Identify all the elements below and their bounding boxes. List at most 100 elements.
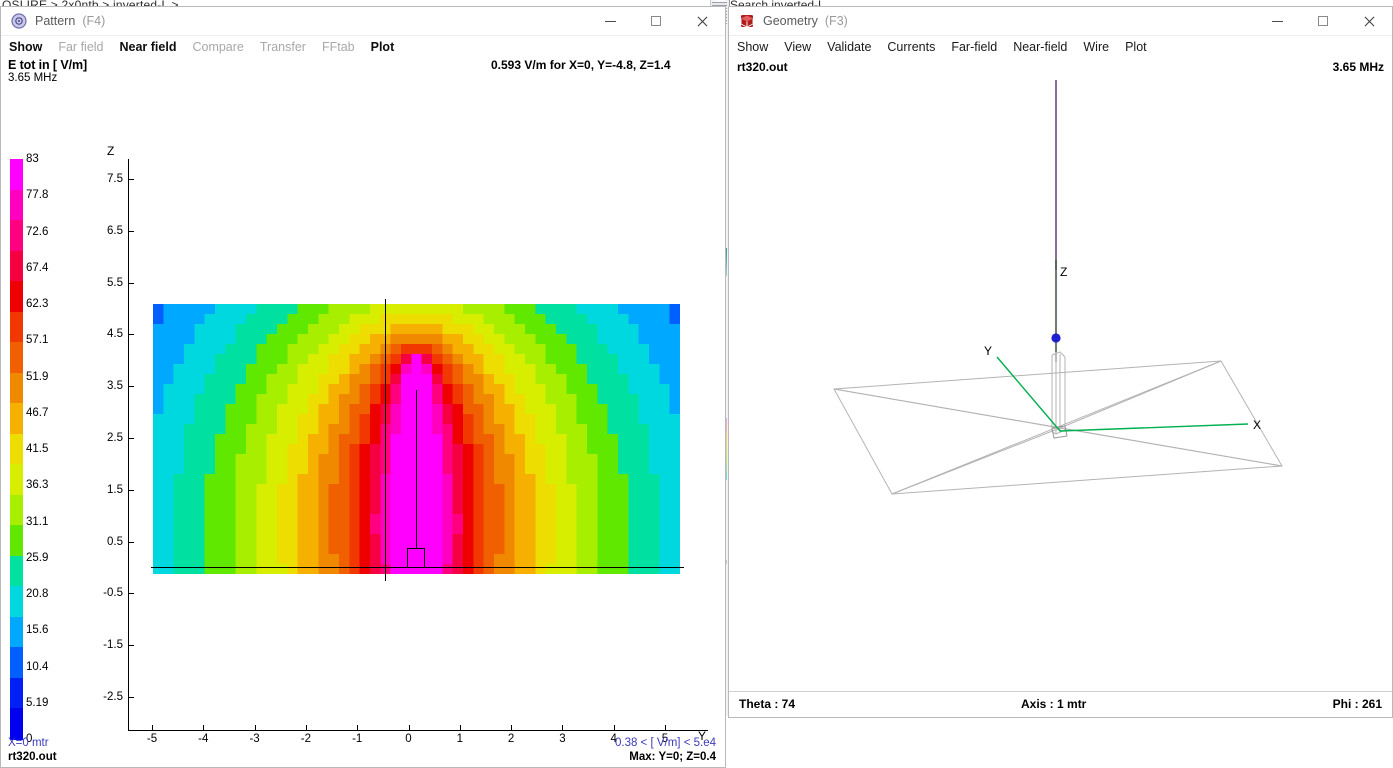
- y-tick: [129, 179, 134, 180]
- menu-show[interactable]: Show: [737, 40, 768, 54]
- y-tick-label: 4.5: [107, 328, 123, 341]
- minimize-icon: [604, 20, 616, 22]
- y-tick-label: 6.5: [107, 224, 123, 237]
- colorbar-segment: [10, 494, 23, 526]
- pattern-window[interactable]: Pattern (F4) Show Far field Near field C…: [0, 6, 726, 768]
- colorbar-tick-label: 41.5: [26, 443, 49, 455]
- colorbar-tick-label: 20.8: [26, 588, 49, 600]
- minimize-button[interactable]: [587, 7, 633, 35]
- colorbar-tick-label: 62.3: [26, 298, 49, 310]
- menu-plot[interactable]: Plot: [1125, 40, 1147, 54]
- x-tick: [357, 725, 359, 731]
- x-tick: [665, 725, 666, 731]
- y-axis-label: Y: [984, 344, 992, 358]
- colorbar-tick-label: 72.6: [26, 225, 49, 238]
- maximize-button[interactable]: [633, 7, 679, 35]
- y-tick: [129, 438, 134, 439]
- y-tick-label: 7.5: [107, 173, 123, 185]
- colorbar-segment: [10, 555, 23, 587]
- y-tick-label: -0.5: [103, 587, 123, 600]
- menu-view[interactable]: View: [784, 40, 811, 54]
- menu-near-field[interactable]: Near-field: [1013, 40, 1067, 54]
- status-axis: Axis : 1 mtr: [1021, 697, 1087, 711]
- menu-wire[interactable]: Wire: [1083, 40, 1109, 54]
- y-tick: [129, 489, 134, 491]
- y-tick: [129, 386, 134, 388]
- y-axis-title: Z: [107, 144, 115, 158]
- colorbar-segment: [10, 677, 23, 710]
- colorbar-tick-label: 5.19: [26, 696, 49, 709]
- x-tick: [152, 725, 153, 731]
- colorbar-segment: [10, 220, 23, 252]
- status-range: 0.38 < [ V/m] < 5.e4: [614, 737, 716, 749]
- x-axis-line: [1059, 423, 1249, 432]
- colorbar-tick-label: 15.6: [26, 624, 49, 637]
- y-axis-line: [996, 356, 1061, 432]
- colorbar-segment: [10, 586, 23, 618]
- colorbar-tick-label: 25.9: [26, 551, 49, 564]
- geometry-titlebar[interactable]: Geometry (F3): [729, 7, 1392, 36]
- pattern-window-controls: [587, 7, 725, 35]
- geometry-window[interactable]: Geometry (F3) Show View Validate Current…: [728, 6, 1393, 718]
- y-tick-label: 1.5: [107, 483, 123, 496]
- status-plane: X=0 mtr: [8, 737, 49, 749]
- antenna-wire-overlay: [416, 390, 417, 548]
- colorbar-segment: [10, 159, 23, 191]
- x-tick: [203, 725, 205, 731]
- y-tick: [129, 593, 134, 595]
- geometry-3d-view[interactable]: Z X Y: [729, 20, 1392, 691]
- colorbar-tick-label: 46.7: [26, 406, 49, 419]
- status-phi: Phi : 261: [1332, 697, 1382, 711]
- geometry-menubar[interactable]: Show View Validate Currents Far-field Ne…: [729, 36, 1392, 57]
- minimize-button[interactable]: [1254, 7, 1300, 35]
- colorbar-tick-label: 36.3: [26, 479, 49, 492]
- minimize-icon: [1271, 20, 1283, 22]
- close-button[interactable]: [679, 7, 725, 35]
- menu-validate[interactable]: Validate: [827, 40, 871, 54]
- colorbar-segment: [10, 464, 23, 496]
- x-axis-label: X: [1253, 418, 1261, 432]
- y-tick: [129, 334, 134, 336]
- colorbar: [10, 159, 23, 740]
- ground-radial-wire: [1059, 427, 1283, 467]
- status-file: rt320.out: [8, 751, 57, 763]
- pattern-status-bar: X=0 mtr rt320.out 0.38 < [ V/m] < 5.e4 M…: [1, 735, 725, 767]
- close-button[interactable]: [1346, 7, 1392, 35]
- pattern-shortcut: (F4): [82, 14, 106, 28]
- colorbar-tick-label: 10.4: [26, 660, 49, 673]
- pattern-title: Pattern: [35, 14, 76, 28]
- geometry-status-bar: Theta : 74 Axis : 1 mtr Phi : 261: [729, 691, 1392, 717]
- colorbar-segment: [10, 433, 23, 465]
- geometry-app-icon: [739, 13, 755, 29]
- near-field-plot[interactable]: 83 77.8 72.6 67.4 62.3 57.1 51.9 46.7 41.5 36.3 31…: [1, 41, 725, 745]
- x-tick: [408, 725, 410, 731]
- x-tick: [254, 725, 256, 731]
- close-icon: [696, 15, 709, 28]
- cursor-crosshair-vertical: [385, 299, 386, 581]
- colorbar-segment: [10, 281, 23, 313]
- colorbar-tick-label: 67.4: [26, 261, 49, 274]
- y-tick: [129, 697, 134, 698]
- pattern-app-icon: [11, 13, 27, 29]
- colorbar-tick-label: 31.1: [26, 515, 49, 528]
- y-tick-label: 0.5: [107, 535, 123, 548]
- x-tick: [459, 725, 461, 731]
- colorbar-segment: [10, 403, 23, 435]
- menu-currents[interactable]: Currents: [887, 40, 935, 54]
- maximize-icon: [651, 16, 661, 26]
- pattern-titlebar[interactable]: Pattern (F4): [1, 7, 725, 36]
- x-axis-line: [128, 730, 708, 731]
- y-tick: [129, 541, 134, 543]
- x-tick: [613, 725, 615, 731]
- colorbar-tick-label: 77.8: [26, 189, 49, 202]
- menu-far-field[interactable]: Far-field: [951, 40, 997, 54]
- geometry-shortcut: (F3): [824, 14, 848, 28]
- maximize-button[interactable]: [1300, 7, 1346, 35]
- colorbar-segment: [10, 525, 23, 557]
- colorbar-segment: [10, 372, 23, 404]
- status-theta: Theta : 74: [739, 697, 796, 711]
- geometry-file-label: rt320.out: [737, 60, 788, 74]
- antenna-base-overlay: [407, 548, 425, 568]
- colorbar-segment: [10, 311, 23, 343]
- geometry-title: Geometry: [763, 14, 818, 28]
